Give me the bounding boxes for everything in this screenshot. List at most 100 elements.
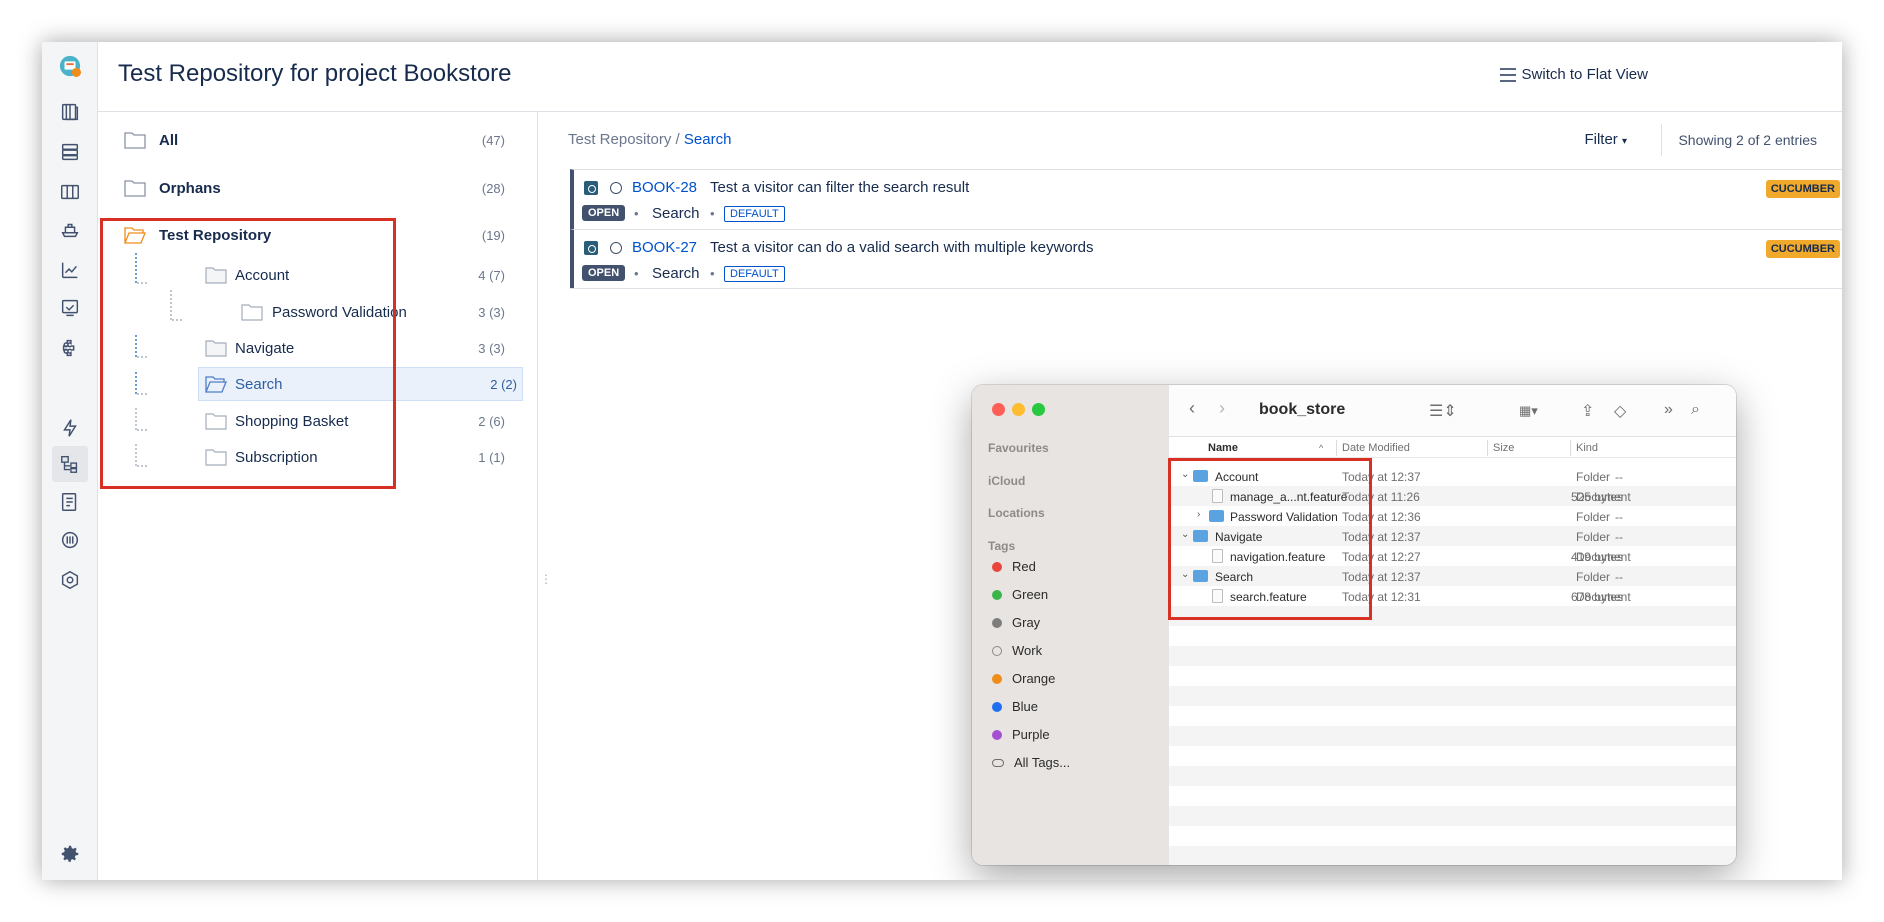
empty-row bbox=[1169, 686, 1736, 706]
test-execution-icon[interactable] bbox=[56, 294, 84, 322]
tree-item-label: Orphans bbox=[159, 179, 221, 197]
column-divider[interactable] bbox=[1570, 440, 1571, 456]
test-row[interactable]: BOOK-28 Test a visitor can filter the se… bbox=[570, 169, 1842, 229]
puzzle-icon[interactable] bbox=[56, 334, 84, 362]
separator-dot: • bbox=[710, 266, 715, 281]
panel-resize-handle[interactable]: ⋮ bbox=[540, 572, 552, 586]
tree-item-count: 3 (3) bbox=[478, 340, 505, 356]
status-circle-icon bbox=[610, 242, 622, 254]
tag-work[interactable]: Work bbox=[992, 643, 1042, 658]
left-rail bbox=[42, 42, 98, 880]
sidebar-section-tags: Tags bbox=[988, 539, 1016, 553]
tag-blue[interactable]: Blue bbox=[992, 699, 1038, 714]
tree-item-label: All bbox=[159, 131, 179, 149]
issue-summary[interactable]: Test a visitor can filter the search res… bbox=[710, 179, 969, 196]
sidebar-section-icloud[interactable]: iCloud bbox=[988, 474, 1025, 488]
empty-row bbox=[1169, 846, 1736, 865]
filter-label: Filter bbox=[1584, 131, 1618, 148]
test-repository-icon[interactable] bbox=[52, 446, 88, 482]
column-kind[interactable]: Kind bbox=[1576, 442, 1598, 454]
tag-orange[interactable]: Orange bbox=[992, 671, 1055, 686]
tree-item-all[interactable]: All (47) bbox=[98, 122, 523, 158]
tree-item-count: 4 (7) bbox=[478, 267, 505, 283]
test-type-badge: CUCUMBER bbox=[1765, 240, 1840, 258]
minimize-window-button[interactable] bbox=[1012, 403, 1025, 416]
ship-icon[interactable] bbox=[56, 216, 84, 244]
tag-green[interactable]: Green bbox=[992, 587, 1048, 602]
finder-window: Favourites iCloud Locations Tags Red Gre… bbox=[972, 385, 1736, 865]
tag-label: Purple bbox=[1012, 727, 1050, 742]
highlight-box bbox=[100, 218, 396, 489]
layers-icon[interactable] bbox=[56, 138, 84, 166]
empty-row bbox=[1169, 726, 1736, 746]
column-divider[interactable] bbox=[1487, 440, 1488, 456]
search-icon[interactable]: ⌕ bbox=[1691, 401, 1700, 419]
tag-color-dot bbox=[992, 561, 1002, 572]
sidebar-section-locations[interactable]: Locations bbox=[988, 506, 1045, 520]
coverage-icon[interactable] bbox=[56, 526, 84, 554]
all-tags-item[interactable]: All Tags... bbox=[992, 755, 1070, 770]
forward-chevron-icon[interactable]: › bbox=[1219, 398, 1225, 419]
tree-item-count: 1 (1) bbox=[478, 449, 505, 465]
separator-dot: • bbox=[634, 266, 639, 281]
board-icon[interactable] bbox=[56, 178, 84, 206]
close-window-button[interactable] bbox=[992, 403, 1005, 416]
backlog-icon[interactable] bbox=[56, 98, 84, 126]
tree-item-orphans[interactable]: Orphans (28) bbox=[98, 170, 523, 206]
test-plan-icon[interactable] bbox=[56, 488, 84, 516]
tag-label: Green bbox=[1012, 587, 1049, 602]
switch-flat-view-button[interactable]: Switch to Flat View bbox=[1499, 66, 1648, 83]
switch-flat-view-label: Switch to Flat View bbox=[1521, 66, 1648, 83]
issue-key-link[interactable]: BOOK-27 bbox=[632, 239, 697, 256]
entries-count: Showing 2 of 2 entries bbox=[1678, 132, 1817, 148]
hamburger-icon bbox=[1499, 67, 1516, 82]
tree-item-count: (47) bbox=[481, 132, 505, 148]
chart-icon[interactable] bbox=[56, 256, 84, 284]
sort-ascending-icon: ^ bbox=[1319, 443, 1324, 453]
sidebar-section-favourites[interactable]: Favourites bbox=[988, 441, 1049, 455]
column-size[interactable]: Size bbox=[1493, 442, 1514, 454]
group-view-icon[interactable]: ▦▾ bbox=[1519, 403, 1538, 419]
empty-row bbox=[1169, 806, 1736, 826]
column-date-modified[interactable]: Date Modified bbox=[1342, 442, 1410, 454]
lightning-icon[interactable] bbox=[56, 414, 84, 442]
environment-badge: DEFAULT bbox=[724, 206, 785, 222]
folder-tree: All (47) Orphans (28) Test Repository (1… bbox=[98, 112, 538, 880]
filter-dropdown[interactable]: Filter ▾ bbox=[1584, 131, 1627, 148]
all-tags-label: All Tags... bbox=[1014, 755, 1071, 770]
tag-color-dot bbox=[992, 673, 1002, 684]
tree-item-count: (19) bbox=[481, 227, 505, 243]
separator-dot: • bbox=[634, 206, 639, 221]
issue-summary[interactable]: Test a visitor can do a valid search wit… bbox=[710, 239, 1094, 256]
share-icon[interactable]: ⇪ bbox=[1581, 401, 1594, 421]
tag-label: Gray bbox=[1012, 615, 1041, 630]
list-view-icon[interactable]: ☰⇕ bbox=[1429, 401, 1457, 421]
divider bbox=[570, 288, 1842, 289]
issue-key-link[interactable]: BOOK-28 bbox=[632, 179, 697, 196]
tag-label: Blue bbox=[1012, 699, 1039, 714]
tag-label: Red bbox=[1012, 559, 1036, 574]
file-size: -- bbox=[1615, 510, 1623, 524]
app-logo-icon[interactable] bbox=[56, 52, 84, 80]
tag-color-dot bbox=[992, 701, 1002, 712]
finder-folder-title: book_store bbox=[1259, 401, 1346, 418]
settings-gear-icon[interactable] bbox=[56, 840, 84, 868]
zoom-window-button[interactable] bbox=[1032, 403, 1045, 416]
issue-folder: Search bbox=[652, 265, 700, 282]
tag-gray[interactable]: Gray bbox=[992, 615, 1040, 630]
tag-icon[interactable]: ◇ bbox=[1614, 401, 1626, 421]
back-chevron-icon[interactable]: ‹ bbox=[1189, 398, 1195, 419]
file-kind: Folder bbox=[1576, 530, 1611, 544]
more-chevrons-icon[interactable]: » bbox=[1664, 401, 1673, 419]
test-row[interactable]: BOOK-27 Test a visitor can do a valid se… bbox=[570, 229, 1842, 289]
test-issue-type-icon bbox=[584, 241, 598, 255]
tag-purple[interactable]: Purple bbox=[992, 727, 1050, 742]
column-name[interactable]: Name bbox=[1208, 442, 1238, 454]
tree-item-count: 2 (6) bbox=[478, 413, 505, 429]
tags-pill-icon bbox=[992, 758, 1004, 767]
breadcrumb-root[interactable]: Test Repository bbox=[568, 131, 671, 148]
hexagon-icon[interactable] bbox=[56, 566, 84, 594]
tag-red[interactable]: Red bbox=[992, 559, 1036, 574]
file-kind: Document bbox=[1576, 590, 1631, 604]
column-divider[interactable] bbox=[1336, 440, 1337, 456]
